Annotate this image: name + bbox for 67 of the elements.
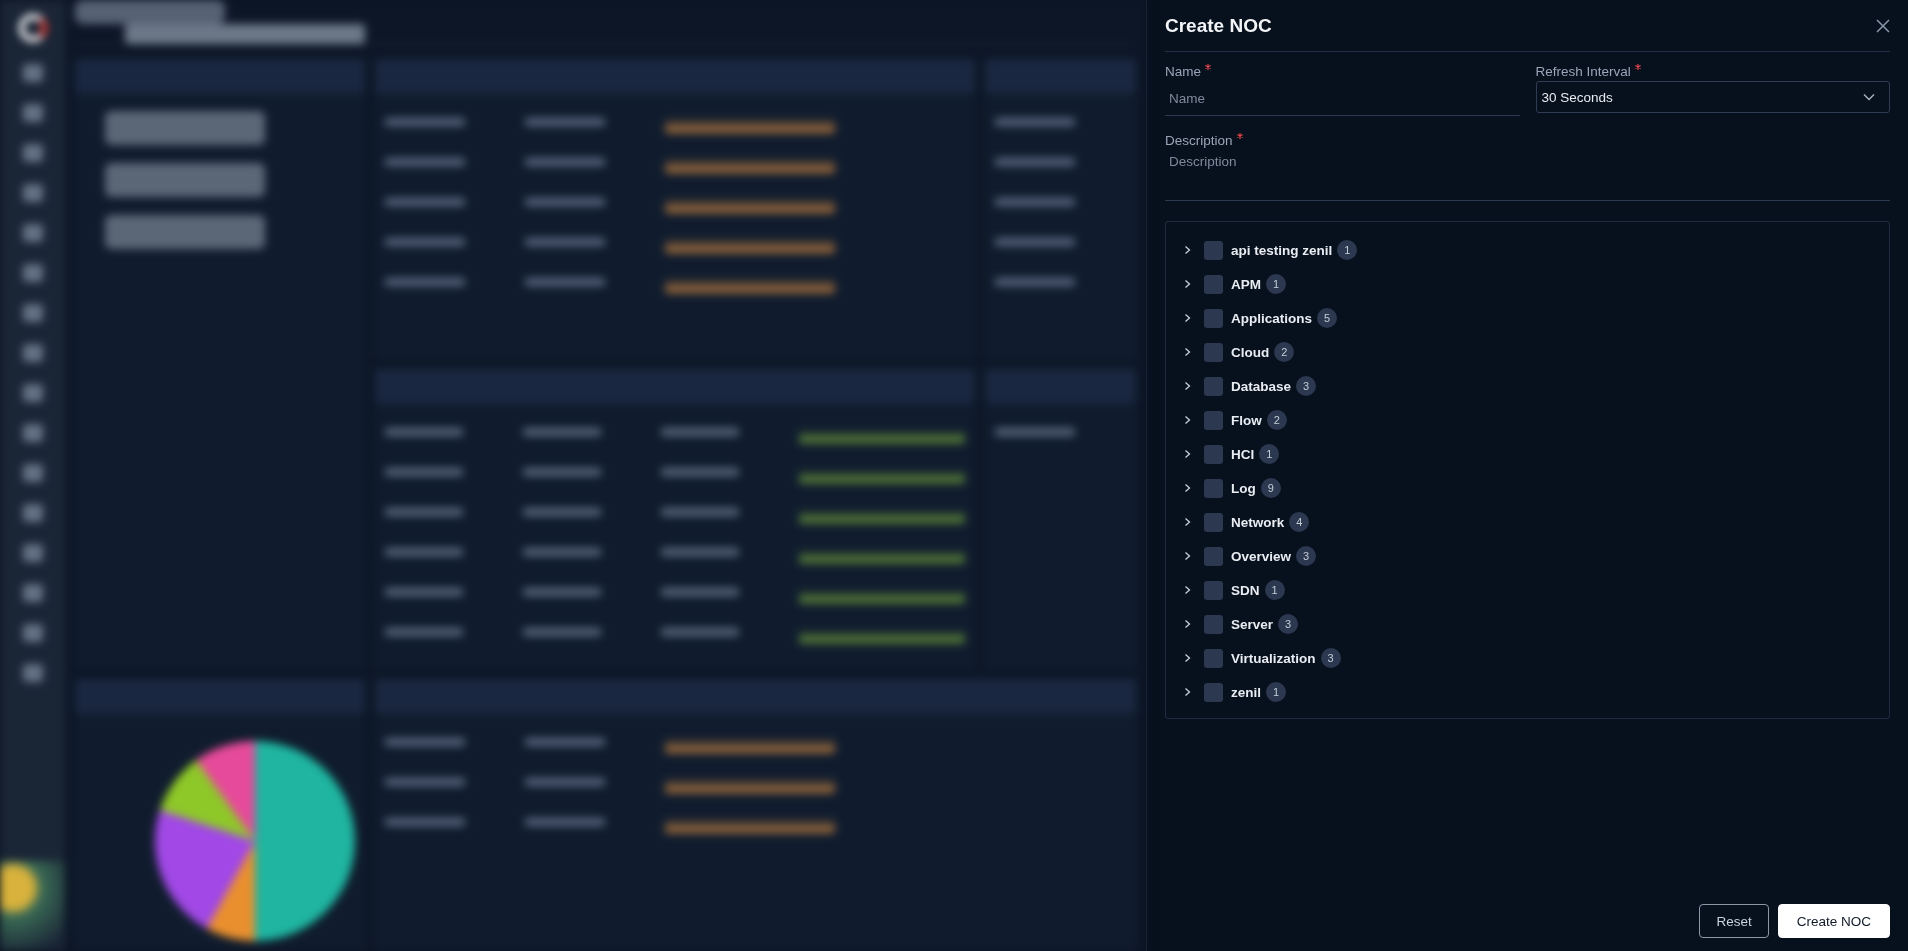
tree-item-label[interactable]: Server bbox=[1231, 616, 1274, 632]
checkbox[interactable] bbox=[1204, 614, 1223, 634]
tree-item-label[interactable]: HCI bbox=[1231, 446, 1255, 462]
chevron-right-icon[interactable] bbox=[1184, 381, 1191, 391]
checkbox[interactable] bbox=[1204, 580, 1223, 600]
field-label: Description bbox=[1165, 132, 1233, 148]
chevron-right-icon[interactable] bbox=[1184, 619, 1191, 629]
tree-item-label[interactable]: Log bbox=[1231, 480, 1256, 496]
chevron-right-icon[interactable] bbox=[1184, 313, 1191, 323]
chevron-right-icon[interactable] bbox=[1184, 279, 1191, 289]
close-icon[interactable] bbox=[1876, 18, 1890, 33]
count-badge: 1 bbox=[1259, 444, 1280, 464]
checkbox[interactable] bbox=[1204, 410, 1223, 430]
tree-item-label[interactable]: Cloud bbox=[1231, 344, 1270, 360]
chevron-right-icon[interactable] bbox=[1184, 517, 1191, 527]
field-label: Name bbox=[1165, 63, 1201, 79]
count-badge: 2 bbox=[1274, 342, 1295, 362]
chevron-right-icon[interactable] bbox=[1184, 687, 1191, 697]
tree-item-label[interactable]: zenil bbox=[1231, 684, 1261, 700]
chevron-right-icon[interactable] bbox=[1184, 347, 1191, 357]
count-badge: 3 bbox=[1278, 614, 1299, 634]
checkbox[interactable] bbox=[1204, 648, 1223, 668]
count-badge: 3 bbox=[1320, 648, 1341, 668]
field-label: Refresh Interval bbox=[1535, 63, 1631, 79]
checkbox[interactable] bbox=[1204, 308, 1223, 328]
checkbox[interactable] bbox=[1204, 682, 1223, 702]
tree-item-label[interactable]: api testing zenil bbox=[1231, 242, 1333, 258]
chevron-right-icon[interactable] bbox=[1184, 653, 1191, 663]
checkbox[interactable] bbox=[1204, 444, 1223, 464]
chevron-right-icon[interactable] bbox=[1184, 449, 1191, 459]
chevron-right-icon[interactable] bbox=[1184, 585, 1191, 595]
count-badge: 1 bbox=[1264, 580, 1285, 600]
count-badge: 9 bbox=[1260, 478, 1281, 498]
tree-item-label[interactable]: Applications bbox=[1231, 310, 1312, 326]
count-badge: 1 bbox=[1337, 240, 1358, 260]
tree-item-label[interactable]: APM bbox=[1231, 276, 1261, 292]
refresh-interval-dropdown[interactable]: 30 Seconds bbox=[1535, 81, 1890, 113]
tree-item-label[interactable]: SDN bbox=[1231, 582, 1260, 598]
checkbox[interactable] bbox=[1204, 274, 1223, 294]
name-input[interactable]: Name bbox=[1165, 81, 1520, 116]
count-badge: 4 bbox=[1289, 512, 1310, 532]
tree-item-label[interactable]: Flow bbox=[1231, 412, 1262, 428]
reset-button[interactable]: Reset bbox=[1699, 904, 1769, 938]
tree-item-label[interactable]: Overview bbox=[1231, 548, 1292, 564]
chevron-right-icon[interactable] bbox=[1184, 415, 1191, 425]
checkbox[interactable] bbox=[1204, 240, 1223, 260]
drawer-title: Create NOC bbox=[1165, 14, 1272, 37]
count-badge: 3 bbox=[1296, 546, 1317, 566]
count-badge: 1 bbox=[1266, 682, 1286, 702]
chevron-right-icon[interactable] bbox=[1184, 245, 1191, 255]
tree-item-label[interactable]: Virtualization bbox=[1231, 650, 1316, 666]
count-badge: 1 bbox=[1266, 274, 1286, 294]
create-noc-button[interactable]: Create NOC bbox=[1777, 904, 1890, 938]
checkbox[interactable] bbox=[1204, 546, 1223, 566]
checkbox[interactable] bbox=[1204, 342, 1223, 362]
tree-item-label[interactable]: Network bbox=[1231, 514, 1285, 530]
count-badge: 3 bbox=[1296, 376, 1317, 396]
count-badge: 2 bbox=[1266, 410, 1287, 430]
checkbox[interactable] bbox=[1204, 478, 1223, 498]
chevron-right-icon[interactable] bbox=[1184, 551, 1191, 561]
checkbox[interactable] bbox=[1204, 376, 1223, 396]
description-input[interactable]: Description bbox=[1165, 150, 1890, 201]
count-badge: 5 bbox=[1317, 308, 1337, 328]
chevron-right-icon[interactable] bbox=[1184, 483, 1191, 493]
checkbox[interactable] bbox=[1204, 512, 1223, 532]
tree-item-label[interactable]: Database bbox=[1231, 378, 1292, 394]
chevron-down-icon bbox=[1863, 93, 1875, 101]
